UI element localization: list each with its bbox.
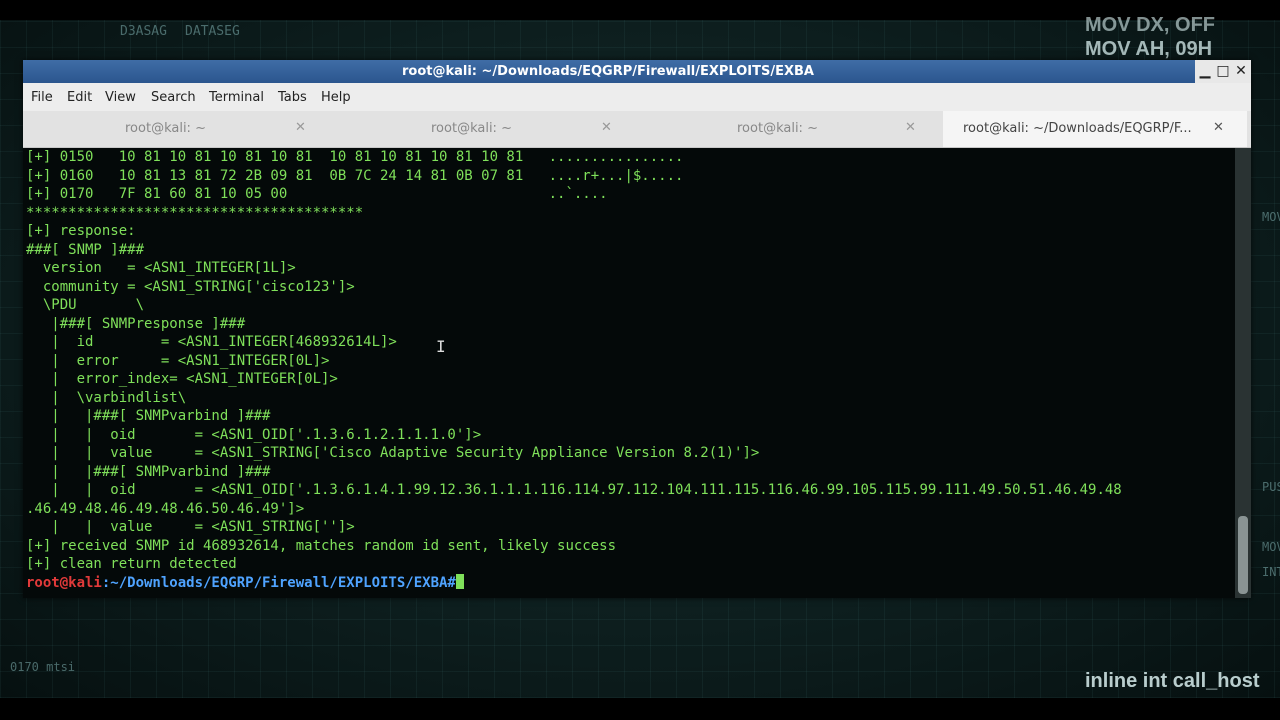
terminal-line: version = <ASN1_INTEGER[1L]>: [26, 260, 296, 276]
close-icon[interactable]: ✕: [601, 120, 612, 135]
terminal-line: .46.49.48.46.49.48.46.50.46.49']>: [26, 500, 305, 517]
close-icon[interactable]: ✕: [1213, 120, 1224, 135]
close-icon[interactable]: ✕: [1233, 62, 1249, 80]
wallpaper-text: D3ASAG: [120, 24, 167, 39]
terminal-line: [+] 0170 7F 81 60 81 10 05 00 ..`....: [26, 186, 608, 202]
terminal-line: | | oid = <ASN1_OID['.1.3.6.1.4.1.99.12.…: [26, 482, 1122, 498]
tab-bar: root@kali: ~ ✕ root@kali: ~ ✕ root@kali:…: [23, 111, 1251, 148]
terminal-line: \PDU \: [26, 297, 145, 313]
terminal-line: | id = <ASN1_INTEGER[468932614L]>: [26, 334, 397, 350]
terminal-line: | |###[ SNMPvarbind ]###: [26, 408, 271, 424]
terminal-line: community = <ASN1_STRING['cisco123']>: [26, 278, 355, 295]
wallpaper-text: MOV AH,09: [1262, 540, 1280, 554]
scrollbar-thumb[interactable]: [1238, 516, 1248, 594]
terminal-output[interactable]: [+] 0150 10 81 10 81 10 81 10 81 10 81 1…: [23, 148, 1235, 598]
prompt-path: :~/Downloads/EQGRP/Firewall/EXPLOITS/EXB…: [101, 574, 456, 591]
maximize-icon[interactable]: □: [1215, 62, 1231, 80]
letterbox-bottom: [0, 698, 1280, 720]
terminal-line: [+] clean return detected: [26, 556, 237, 572]
terminal-line: [+] 0160 10 81 13 81 72 2B 09 81 0B 7C 2…: [26, 167, 684, 184]
tab-4-active[interactable]: root@kali: ~/Downloads/EQGRP/F... ✕: [943, 111, 1247, 147]
terminal-line: | \varbindlist\: [26, 389, 187, 406]
tab-1[interactable]: root@kali: ~ ✕: [23, 111, 329, 147]
tab-2[interactable]: root@kali: ~ ✕: [329, 111, 635, 147]
wallpaper-text: MOV AX,BX: [1262, 210, 1280, 224]
wallpaper-text: DATASEG: [185, 24, 240, 39]
text-cursor: [455, 573, 464, 589]
tab-label: root@kali: ~: [431, 121, 512, 136]
tab-label: root@kali: ~/Downloads/EQGRP/F...: [963, 121, 1192, 136]
close-icon[interactable]: ✕: [295, 120, 306, 135]
menu-terminal[interactable]: Terminal: [209, 90, 264, 105]
shell-prompt[interactable]: root@kali:~/Downloads/EQGRP/Firewall/EXP…: [23, 573, 1235, 593]
terminal-line: [+] received SNMP id 468932614, matches …: [26, 537, 617, 554]
menu-help[interactable]: Help: [321, 90, 351, 105]
ibeam-cursor-icon: I: [436, 337, 446, 356]
wallpaper-text: inline int call_host: [1085, 670, 1260, 692]
terminal-line: | error = <ASN1_INTEGER[0L]>: [26, 352, 330, 369]
wallpaper-text: PUSH AX: [1262, 480, 1280, 494]
window-titlebar[interactable]: root@kali: ~/Downloads/EQGRP/Firewall/EX…: [23, 60, 1251, 83]
menu-view[interactable]: View: [105, 90, 136, 105]
terminal-line: | | value = <ASN1_STRING['']>: [26, 519, 355, 535]
wallpaper-text: MOV DX, OFF: [1085, 14, 1215, 36]
menu-search[interactable]: Search: [151, 90, 196, 105]
window-title: root@kali: ~/Downloads/EQGRP/Firewall/EX…: [401, 64, 814, 79]
menu-file[interactable]: File: [31, 90, 53, 105]
wallpaper-text: 0170 mtsi: [10, 660, 76, 674]
terminal-line: | error_index= <ASN1_INTEGER[0L]>: [26, 371, 338, 387]
terminal-line: | | oid = <ASN1_OID['.1.3.6.1.2.1.1.1.0'…: [26, 426, 482, 443]
terminal-line: [+] response:: [26, 223, 136, 239]
terminal-line: | | value = <ASN1_STRING['Cisco Adaptive…: [26, 445, 760, 461]
close-icon[interactable]: ✕: [905, 120, 916, 135]
prompt-user: root@kali: [26, 574, 102, 591]
tab-label: root@kali: ~: [125, 121, 206, 136]
terminal-line: ****************************************: [26, 204, 364, 221]
menu-edit[interactable]: Edit: [67, 90, 92, 105]
tab-label: root@kali: ~: [737, 121, 818, 136]
wallpaper-text: MOV AH, 09H: [1085, 38, 1213, 60]
minimize-icon[interactable]: ▁: [1197, 62, 1213, 80]
terminal-line: [+] 0150 10 81 10 81 10 81 10 81 10 81 1…: [26, 149, 684, 165]
tab-3[interactable]: root@kali: ~ ✕: [635, 111, 941, 147]
terminal-scrollbar[interactable]: [1235, 148, 1251, 598]
terminal-line: ###[ SNMP ]###: [26, 241, 145, 258]
terminal-line: |###[ SNMPresponse ]###: [26, 315, 246, 332]
terminal-window: root@kali: ~/Downloads/EQGRP/Firewall/EX…: [23, 60, 1251, 598]
terminal-line: | |###[ SNMPvarbind ]###: [26, 463, 271, 480]
wallpaper-text: INT 21H: [1262, 565, 1280, 579]
menu-tabs[interactable]: Tabs: [278, 90, 307, 105]
menu-bar: File Edit View Search Terminal Tabs Help: [23, 83, 1251, 111]
window-controls: ▁ □ ✕: [1195, 60, 1251, 83]
